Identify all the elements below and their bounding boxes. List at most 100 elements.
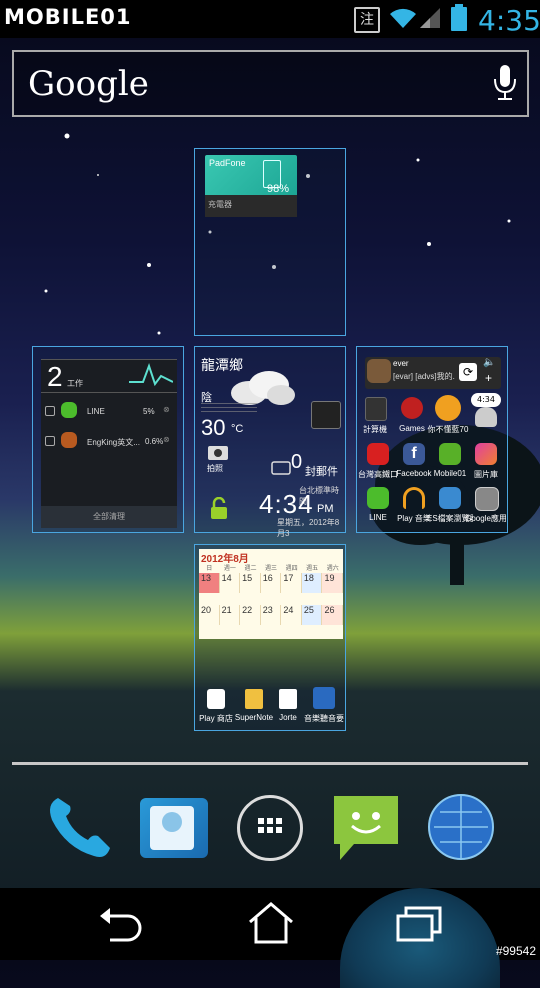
- pulse-icon: [129, 363, 173, 387]
- task-count-label: 工作: [67, 379, 83, 388]
- penguin-icon[interactable]: [475, 407, 497, 427]
- home-icon[interactable]: [246, 900, 296, 946]
- calendar-widget[interactable]: 2012年8月 日週一 週二 週三 週四 週五 週六 13 14 15 16 17 18 19 20 2…: [199, 549, 344, 639]
- music-app-icon[interactable]: [313, 687, 335, 709]
- device-name: PadFone: [209, 158, 246, 168]
- app-grid-icon: [258, 818, 282, 833]
- recent-apps-icon[interactable]: [394, 904, 444, 946]
- calendar-day[interactable]: 13: [199, 573, 220, 593]
- carrier-badge: 注: [354, 7, 380, 33]
- cloud-icon: [231, 371, 295, 405]
- calendar-weekday: 週五: [306, 566, 319, 572]
- clock-date: 星期五，2012年8月3: [277, 518, 340, 538]
- jorte-icon[interactable]: [279, 689, 297, 709]
- task-manager-widget[interactable]: 2 工作 LINE 5% ⊗ EngKing英文... 0.6% ⊗ 全部清理: [41, 359, 177, 528]
- home-page-preview-left[interactable]: 2 工作 LINE 5% ⊗ EngKing英文... 0.6% ⊗ 全部清理: [32, 346, 184, 533]
- lock-icon[interactable]: [45, 436, 55, 446]
- mail-icon[interactable]: [271, 459, 293, 477]
- calendar-day[interactable]: 14: [220, 573, 241, 593]
- phone-icon[interactable]: [44, 790, 116, 862]
- facebook-icon[interactable]: f: [403, 443, 425, 465]
- calendar-weekday: 週一: [223, 566, 236, 572]
- status-bar: MOBILE01 注 4:35: [0, 0, 540, 38]
- dock-divider: [12, 762, 528, 765]
- task-app-usage: 0.6%: [145, 437, 164, 446]
- angry-birds-icon[interactable]: [401, 397, 423, 419]
- calendar-day[interactable]: 23: [261, 605, 282, 625]
- google-folder-icon[interactable]: [475, 487, 499, 511]
- calendar-week-row: 20 21 22 23 24 25 26: [199, 605, 344, 625]
- clock-time: 4:34: [259, 489, 314, 519]
- calendar-weekday: 週二: [244, 566, 257, 572]
- weather-temp-unit: °C: [231, 423, 244, 435]
- refresh-icon[interactable]: ⟳: [459, 363, 477, 381]
- messaging-icon[interactable]: [330, 794, 402, 864]
- signal-icon: [420, 8, 440, 28]
- mobile01-icon[interactable]: [439, 443, 461, 465]
- calculator-icon[interactable]: [365, 397, 387, 421]
- music-artist: ever: [393, 359, 409, 368]
- task-app-name: LINE: [87, 407, 105, 416]
- clear-all-button[interactable]: 全部清理: [41, 506, 177, 528]
- clock-bubble-icon[interactable]: 4:34: [471, 393, 501, 407]
- calendar-weekday: 日: [206, 566, 213, 572]
- task-app-usage: 5%: [143, 407, 155, 416]
- mail-count: 0: [291, 451, 303, 473]
- close-icon[interactable]: ⊗: [163, 405, 170, 414]
- calendar-day[interactable]: 21: [220, 605, 241, 625]
- google-logo[interactable]: Google: [28, 64, 149, 104]
- app-label: 你不懂藍70: [427, 425, 469, 434]
- contacts-icon[interactable]: [140, 798, 208, 858]
- es-file-icon[interactable]: [439, 487, 461, 509]
- game-icon[interactable]: [435, 395, 461, 421]
- google-search-bar[interactable]: Google: [12, 50, 529, 117]
- apple-app-icon[interactable]: [367, 443, 389, 465]
- calendar-day[interactable]: 22: [240, 605, 261, 625]
- microphone-icon[interactable]: [493, 65, 517, 101]
- clock-ampm: PM: [317, 503, 334, 515]
- add-icon[interactable]: +: [485, 371, 492, 385]
- app-label: 音樂聽音要: [304, 714, 344, 723]
- calendar-weekdays: 日 週一 週二 週三 週四 週五 週六: [199, 563, 343, 572]
- close-icon[interactable]: ⊗: [163, 435, 170, 444]
- battery-widget[interactable]: PadFone 98% 充電器: [205, 155, 297, 217]
- home-page-preview-center[interactable]: 龍潭鄉 陰 30 °C 拍照 0 封郵件 台北標準時間 4:34 PM 星期五，…: [194, 346, 346, 538]
- home-page-preview-top[interactable]: PadFone 98% 充電器: [194, 148, 346, 336]
- calendar-day[interactable]: 17: [281, 573, 302, 593]
- engking-app-icon: [61, 432, 77, 448]
- camera-icon[interactable]: [207, 443, 229, 461]
- headphones-icon[interactable]: [403, 487, 425, 509]
- task-count: 2: [47, 361, 63, 392]
- home-page-preview-right[interactable]: ever [evar] [advs]我的... ⟳ 🔈 + 計算機 Games …: [356, 346, 508, 533]
- back-icon[interactable]: [96, 900, 146, 946]
- browser-globe-icon[interactable]: [428, 794, 494, 860]
- brand-logo: MOBILE01: [4, 5, 132, 29]
- calendar-day[interactable]: 20: [199, 605, 220, 625]
- weather-temp: 30: [201, 415, 226, 440]
- music-widget[interactable]: ever [evar] [advs]我的... ⟳ 🔈 +: [365, 357, 501, 389]
- calendar-weekday: 週六: [326, 566, 339, 572]
- supernote-icon[interactable]: [245, 689, 263, 709]
- volume-icon[interactable]: 🔈: [483, 357, 495, 368]
- calendar-day[interactable]: 18: [301, 573, 323, 593]
- calendar-day[interactable]: 26: [322, 605, 344, 625]
- calendar-day[interactable]: 25: [301, 605, 323, 625]
- app-drawer-button[interactable]: [237, 795, 303, 861]
- calendar-day[interactable]: 19: [322, 573, 344, 593]
- home-page-preview-bottom[interactable]: 2012年8月 日週一 週二 週三 週四 週五 週六 13 14 15 16 17 18 19 20 2…: [194, 544, 346, 731]
- music-track: [evar] [advs]我的...: [393, 372, 455, 381]
- calendar-day[interactable]: 24: [281, 605, 302, 625]
- calendar-day[interactable]: 16: [261, 573, 282, 593]
- lock-icon[interactable]: [45, 406, 55, 416]
- charger-label: 充電器: [208, 200, 232, 209]
- unlock-icon[interactable]: [209, 497, 229, 519]
- play-store-icon[interactable]: [207, 689, 225, 709]
- calendar-weekday: 週四: [285, 566, 298, 572]
- line-icon[interactable]: [367, 487, 389, 509]
- calendar-weekday: 週三: [265, 566, 278, 572]
- wifi-icon: [390, 8, 416, 28]
- calendar-day[interactable]: 15: [240, 573, 261, 593]
- speaker-toggle-icon[interactable]: [311, 401, 341, 429]
- gallery-icon[interactable]: [475, 443, 497, 465]
- mail-label: 封郵件: [305, 466, 338, 478]
